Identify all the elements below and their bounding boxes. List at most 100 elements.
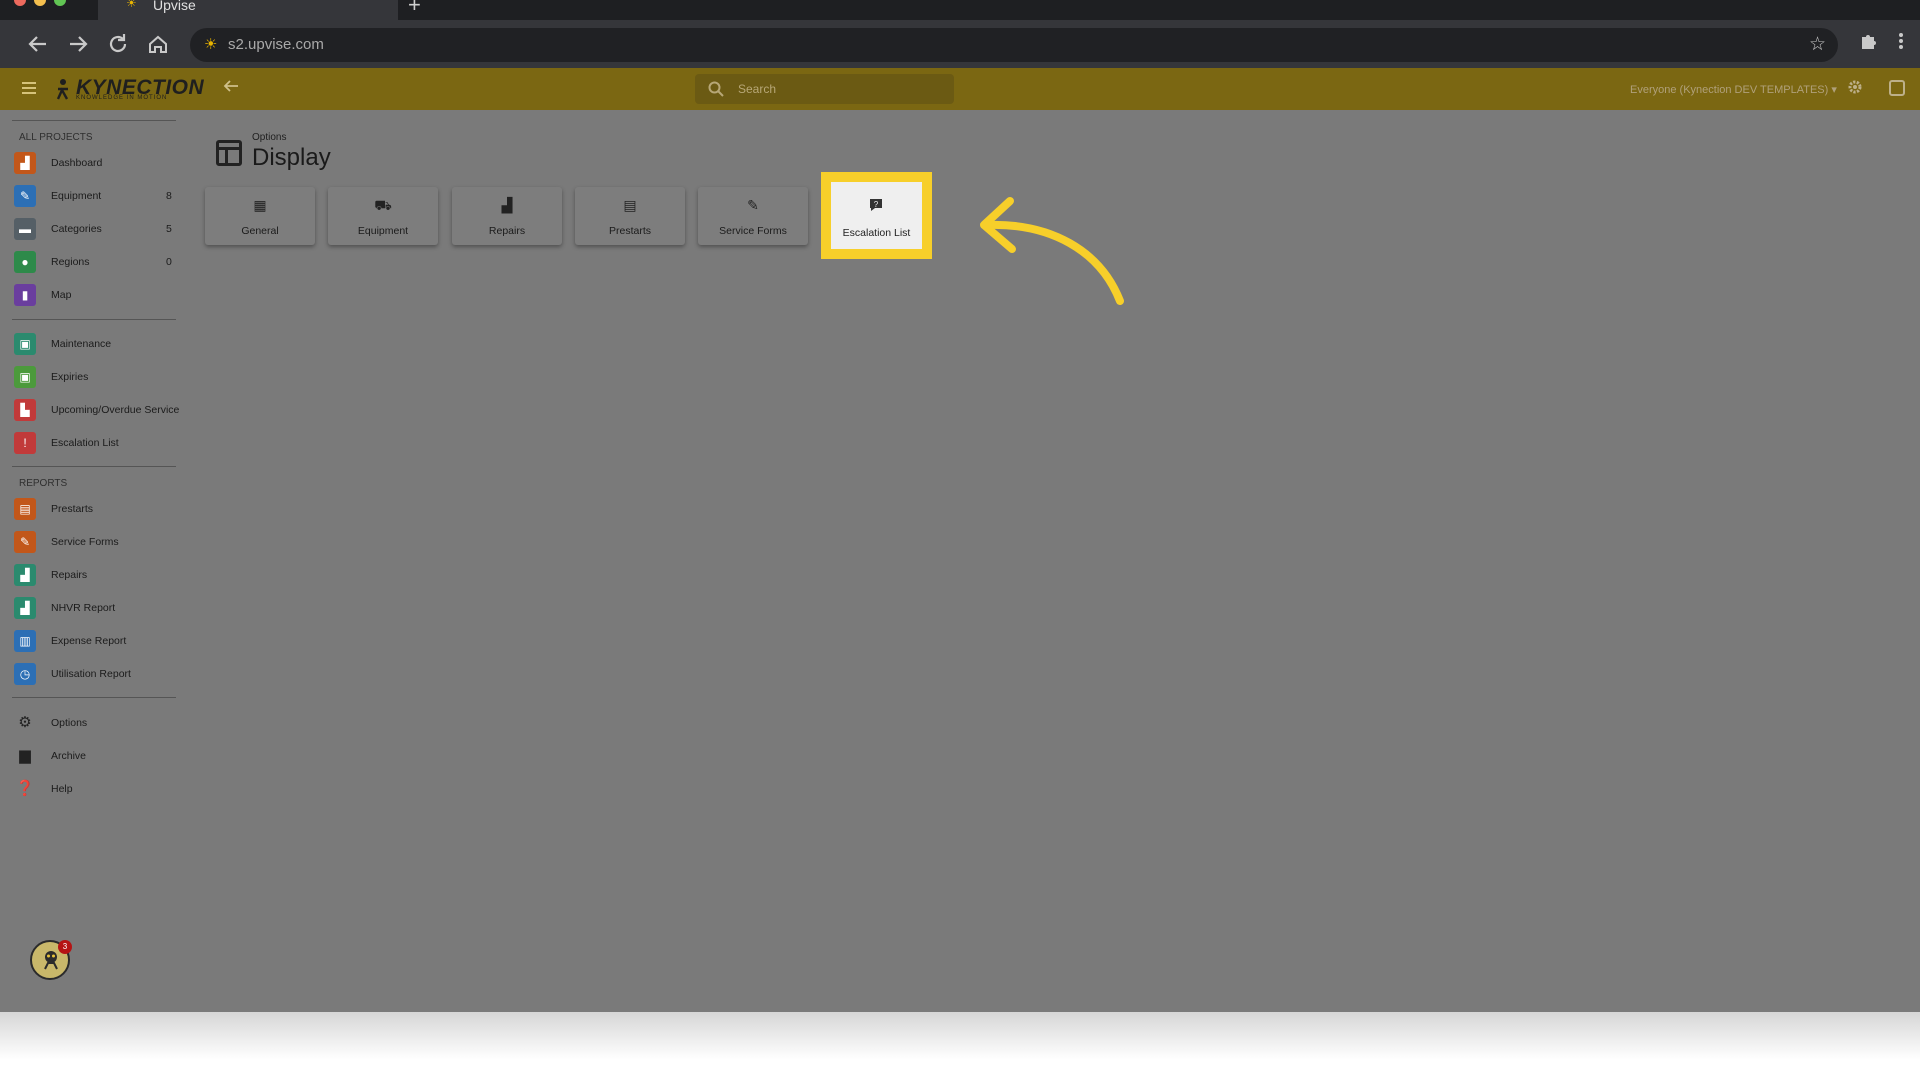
sidebar-divider — [12, 120, 176, 121]
sidebar-item-expiries[interactable]: ▣ Expiries — [12, 363, 182, 389]
sidebar-item-maintenance[interactable]: ▣ Maintenance — [12, 330, 182, 356]
tile-label: Repairs — [488, 225, 526, 237]
wrench-icon: ✎ — [14, 185, 36, 207]
arrow-left-icon — [28, 36, 46, 52]
section-label-all-projects: ALL PROJECTS — [19, 132, 93, 143]
search-input[interactable]: Search — [695, 74, 954, 104]
tile-label: Escalation List — [842, 227, 911, 239]
sidebar-divider — [12, 319, 176, 320]
sidebar-item-dashboard[interactable]: ▟ Dashboard — [12, 149, 182, 175]
tile-label: Service Forms — [719, 225, 787, 237]
kynection-logo[interactable]: KYNECTION KNOWLEDGE IN MOTION — [54, 76, 204, 102]
calendar-icon: ▣ — [14, 333, 36, 355]
chart-icon: ▟ — [14, 597, 36, 619]
close-window-button[interactable] — [14, 0, 26, 6]
tile-service-forms[interactable]: ✎ Service Forms — [698, 187, 808, 245]
home-icon — [149, 35, 167, 53]
sidebar-item-expense-report[interactable]: ▥ Expense Report — [12, 627, 182, 653]
sidebar-item-repairs[interactable]: ▟ Repairs — [12, 561, 182, 587]
sidebar-item-label: Service Forms — [51, 536, 119, 548]
window-shadow — [0, 1012, 1920, 1080]
tile-general[interactable]: ▦ General — [205, 187, 315, 245]
sidebar-item-label: Expiries — [51, 371, 89, 383]
notification-badge: 3 — [58, 940, 72, 954]
sidebar-item-label: Categories — [51, 223, 102, 235]
sidebar-item-count: 5 — [166, 223, 172, 235]
sidebar-item-nhvr-report[interactable]: ▟ NHVR Report — [12, 594, 182, 620]
tile-label: Prestarts — [608, 225, 651, 237]
kynection-figure-icon — [56, 79, 69, 100]
app-back-button[interactable] — [222, 77, 240, 101]
sidebar-item-regions[interactable]: ● Regions 0 — [12, 248, 182, 274]
sidebar-item-map[interactable]: ▮ Map — [12, 281, 182, 307]
sidebar-item-label: Repairs — [51, 569, 88, 581]
sidebar-item-service-forms[interactable]: ✎ Service Forms — [12, 528, 182, 554]
sidebar-item-utilisation-report[interactable]: ◷ Utilisation Report — [12, 660, 182, 686]
bookmark-star-icon[interactable]: ☆ — [1809, 33, 1826, 56]
minimize-window-button[interactable] — [34, 0, 46, 6]
wrench-icon: ✎ — [14, 531, 36, 553]
logo-tagline: KNOWLEDGE IN MOTION — [76, 95, 168, 101]
tab-title: Upvise — [153, 0, 196, 13]
browser-tab[interactable]: ☀ Upvise — [98, 0, 398, 20]
browser-window: ☀ Upvise + ☀ s2.upvise.com ☆ KYNECTION K… — [0, 0, 1920, 1012]
browser-menu-button[interactable] — [1888, 30, 1914, 58]
forward-button[interactable] — [64, 30, 92, 58]
browser-toolbar: ☀ s2.upvise.com ☆ — [0, 20, 1920, 68]
kebab-menu-icon — [1899, 33, 1903, 49]
robot-icon — [44, 951, 58, 970]
tile-prestarts[interactable]: ▤ Prestarts — [575, 187, 685, 245]
user-account-icon[interactable] — [1889, 80, 1905, 96]
new-tab-button[interactable]: + — [408, 0, 421, 18]
document-icon: ▤ — [14, 498, 36, 520]
sidebar-item-label: Archive — [51, 750, 87, 762]
tile-escalation-list[interactable]: ? Escalation List — [831, 182, 922, 249]
sidebar-item-help[interactable]: ❓ Help — [12, 775, 182, 801]
escalation-icon: ? — [867, 197, 885, 215]
sidebar-item-archive[interactable]: ▆ Archive — [12, 742, 182, 768]
truck-icon: ⛟ — [374, 197, 392, 213]
gear-icon: ⚙ — [18, 714, 32, 731]
back-button[interactable] — [24, 30, 52, 58]
sidebar-item-label: Help — [51, 783, 73, 795]
tile-repairs[interactable]: ▟ Repairs — [452, 187, 562, 245]
sidebar-item-label: NHVR Report — [51, 602, 116, 614]
reload-button[interactable] — [104, 30, 132, 58]
search-icon — [708, 81, 724, 97]
app-header: KYNECTION KNOWLEDGE IN MOTION Search Eve… — [0, 68, 1920, 110]
document-icon: ▤ — [623, 197, 637, 213]
scope-selector[interactable]: Everyone (Kynection DEV TEMPLATES) ▾ — [1630, 83, 1837, 96]
breadcrumb[interactable]: Options — [252, 132, 286, 143]
arrow-left-icon — [223, 80, 238, 92]
map-icon: ▮ — [14, 284, 36, 306]
tab-strip: ☀ Upvise + — [0, 0, 1920, 20]
sidebar-item-count: 8 — [166, 190, 172, 202]
sidebar-item-options[interactable]: ⚙ Options — [12, 709, 182, 735]
site-favicon-icon: ☀ — [204, 36, 218, 53]
settings-button[interactable] — [1847, 79, 1863, 100]
page-title: Display — [252, 144, 331, 171]
pin-icon: ● — [14, 251, 36, 273]
gear-icon — [1848, 80, 1862, 94]
extensions-button[interactable] — [1856, 30, 1882, 58]
svg-text:?: ? — [874, 200, 879, 209]
address-bar[interactable]: ☀ s2.upvise.com ☆ — [190, 28, 1838, 62]
chart-icon: ▟ — [501, 197, 513, 213]
tile-equipment[interactable]: ⛟ Equipment — [328, 187, 438, 245]
sidebar-item-categories[interactable]: ▬ Categories 5 — [12, 215, 182, 241]
chevron-down-icon: ▾ — [1831, 84, 1837, 96]
sidebar-item-escalation-list[interactable]: ! Escalation List — [12, 429, 182, 455]
sidebar-item-label: Escalation List — [51, 437, 119, 449]
sidebar-item-equipment[interactable]: ✎ Equipment 8 — [12, 182, 182, 208]
sidebar-item-prestarts[interactable]: ▤ Prestarts — [12, 495, 182, 521]
sidebar-item-upcoming-overdue-service[interactable]: ▙ Upcoming/Overdue Service — [12, 396, 182, 422]
home-button[interactable] — [144, 30, 172, 58]
bar-chart-icon: ▥ — [14, 630, 36, 652]
escalation-icon: ! — [14, 432, 36, 454]
chart-icon: ▟ — [14, 564, 36, 586]
maximize-window-button[interactable] — [54, 0, 66, 6]
sidebar-divider — [12, 466, 176, 467]
search-placeholder: Search — [738, 82, 777, 96]
menu-toggle-button[interactable] — [20, 79, 38, 99]
sidebar-item-label: Maintenance — [51, 338, 112, 350]
